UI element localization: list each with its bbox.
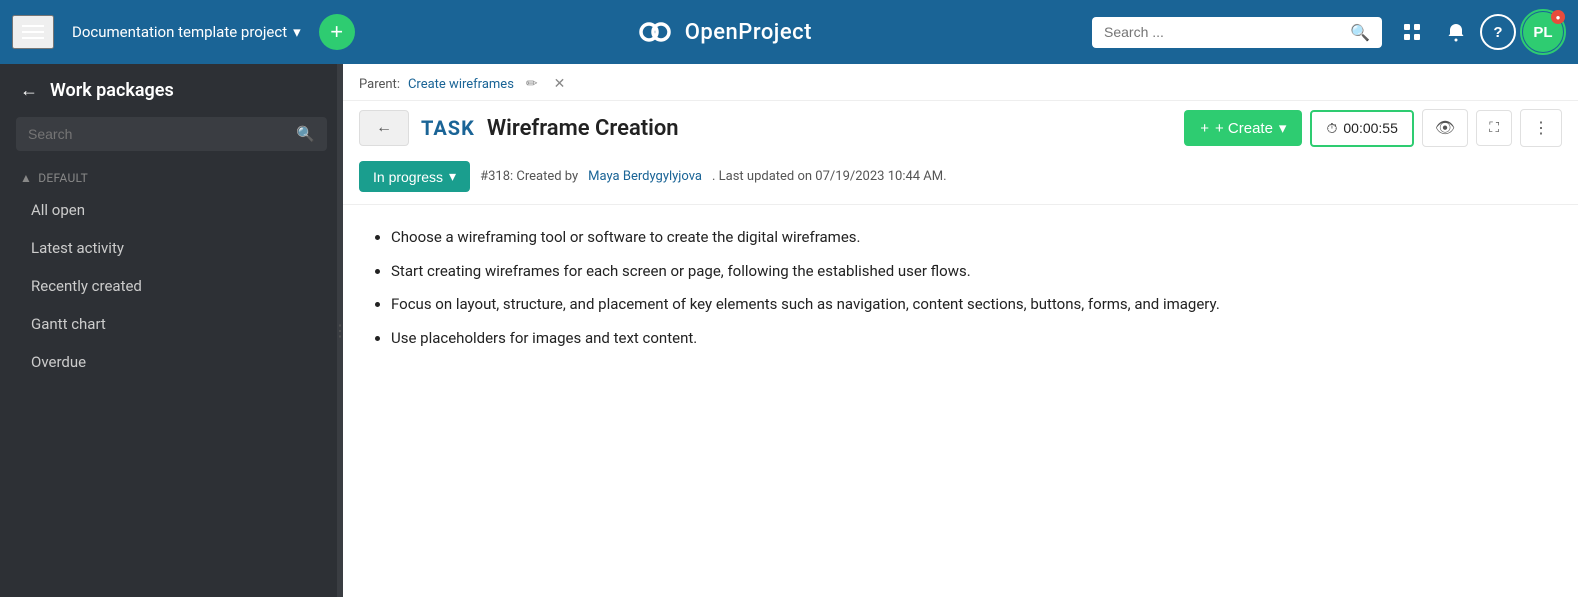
sidebar-item-recently-created[interactable]: Recently created: [0, 267, 343, 305]
meta-date-text: . Last updated on 07/19/2023 10:44 AM.: [712, 169, 947, 184]
sidebar-item-latest-activity[interactable]: Latest activity: [0, 229, 343, 267]
sidebar-header: ← Work packages: [0, 64, 343, 117]
more-dots-icon: ⋮: [1533, 120, 1549, 137]
work-package-type-label: TASK: [421, 116, 475, 140]
create-caret-icon: ▾: [1279, 119, 1287, 137]
sidebar-search-icon: 🔍: [296, 125, 315, 143]
status-caret-icon: ▾: [449, 168, 456, 185]
parent-label: Parent:: [359, 77, 400, 92]
section-default-label: DEFAULT: [38, 171, 88, 185]
meta-author-link[interactable]: Maya Berdygylyjova: [588, 169, 702, 184]
list-item: Start creating wireframes for each scree…: [391, 259, 1554, 285]
work-package-back-button[interactable]: ←: [359, 110, 409, 146]
expand-icon: ⛶: [1489, 119, 1499, 135]
status-badge-button[interactable]: In progress ▾: [359, 161, 470, 192]
grid-icon: [1402, 22, 1422, 42]
parent-breadcrumb-bar: Parent: Create wireframes ✏ ✕: [343, 64, 1578, 101]
sidebar-resize-handle[interactable]: [337, 64, 343, 597]
eye-icon: 👁: [1435, 120, 1455, 137]
sidebar-back-button[interactable]: ←: [20, 80, 38, 101]
project-dropdown-arrow: ▾: [293, 23, 301, 41]
sidebar-section-default: ▲ DEFAULT: [0, 163, 343, 191]
bell-icon: [1446, 22, 1466, 42]
openproject-logo-icon: [635, 12, 675, 52]
global-add-button[interactable]: +: [319, 14, 355, 50]
sidebar-item-overdue[interactable]: Overdue: [0, 343, 343, 381]
create-button[interactable]: + + Create ▾: [1184, 110, 1302, 146]
section-caret-icon: ▲: [20, 171, 32, 185]
logo-area: OpenProject: [365, 12, 1082, 52]
meta-text: #318: Created by: [480, 169, 578, 184]
hamburger-menu-button[interactable]: [12, 15, 54, 49]
work-package-meta: In progress ▾ #318: Created by Maya Berd…: [343, 155, 1578, 205]
project-selector[interactable]: Documentation template project ▾: [64, 17, 309, 47]
main-layout: ← Work packages 🔍 ▲ DEFAULT All open Lat…: [0, 64, 1578, 597]
main-content: Parent: Create wireframes ✏ ✕ ← TASK Wir…: [343, 64, 1578, 597]
sidebar: ← Work packages 🔍 ▲ DEFAULT All open Lat…: [0, 64, 343, 597]
parent-close-icon[interactable]: ✕: [550, 74, 570, 94]
timer-icon: ⏱: [1326, 120, 1337, 137]
list-item: Use placeholders for images and text con…: [391, 326, 1554, 352]
list-item: Choose a wireframing tool or software to…: [391, 225, 1554, 251]
user-avatar-button[interactable]: PL ●: [1523, 12, 1563, 52]
global-search-input[interactable]: [1104, 24, 1342, 40]
description-list: Choose a wireframing tool or software to…: [367, 225, 1554, 351]
work-package-title: Wireframe Creation: [487, 116, 679, 141]
watch-button[interactable]: 👁: [1422, 109, 1468, 147]
sidebar-search-box: 🔍: [16, 117, 327, 151]
timer-display: 00:00:55: [1343, 120, 1398, 136]
sidebar-item-gantt-chart[interactable]: Gantt chart: [0, 305, 343, 343]
global-search-box: 🔍: [1092, 17, 1382, 48]
top-navigation: Documentation template project ▾ + OpenP…: [0, 0, 1578, 64]
sidebar-title: Work packages: [50, 80, 174, 101]
status-label: In progress: [373, 169, 443, 185]
work-package-actions: + + Create ▾ ⏱ 00:00:55 👁 ⛶ ⋮: [1184, 109, 1562, 147]
avatar-initials: PL: [1533, 24, 1552, 41]
work-package-description: Choose a wireframing tool or software to…: [343, 205, 1578, 379]
notifications-bell-button[interactable]: [1436, 12, 1476, 52]
parent-edit-icon[interactable]: ✏: [522, 74, 542, 94]
help-button[interactable]: ?: [1480, 14, 1516, 50]
avatar-notification-badge: ●: [1551, 10, 1565, 24]
logo-text: OpenProject: [685, 20, 812, 45]
timer-button[interactable]: ⏱ 00:00:55: [1310, 110, 1413, 147]
more-options-button[interactable]: ⋮: [1520, 109, 1562, 147]
fullscreen-button[interactable]: ⛶: [1476, 110, 1512, 146]
grid-icon-button[interactable]: [1392, 12, 1432, 52]
create-label: + Create: [1215, 120, 1273, 137]
sidebar-item-all-open[interactable]: All open: [0, 191, 343, 229]
project-name-label: Documentation template project: [72, 23, 287, 41]
create-plus-icon: +: [1200, 120, 1209, 137]
parent-link[interactable]: Create wireframes: [408, 77, 514, 92]
user-avatar-wrapper: PL ●: [1520, 9, 1566, 55]
work-package-header: ← TASK Wireframe Creation + + Create ▾ ⏱…: [343, 101, 1578, 155]
search-icon: 🔍: [1350, 23, 1370, 42]
nav-icon-group: ? PL ●: [1392, 9, 1566, 55]
sidebar-search-input[interactable]: [28, 126, 288, 142]
list-item: Focus on layout, structure, and placemen…: [391, 292, 1554, 318]
